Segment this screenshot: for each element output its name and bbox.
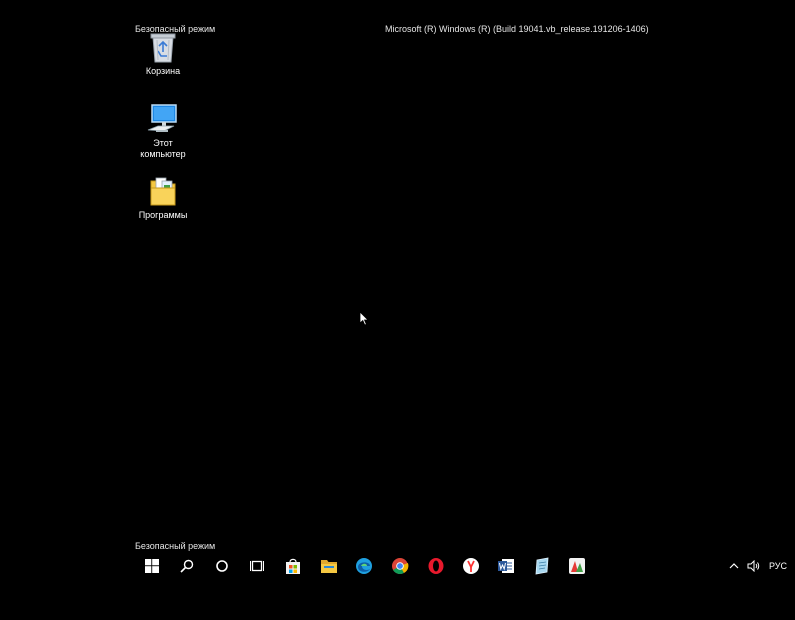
- search-button[interactable]: [175, 554, 199, 578]
- app-button[interactable]: [565, 554, 589, 578]
- mouse-cursor-icon: [359, 311, 369, 331]
- opera-button[interactable]: [424, 554, 448, 578]
- volume-button[interactable]: [747, 560, 761, 572]
- word-icon: [498, 559, 514, 573]
- yandex-icon: [463, 558, 479, 574]
- input-language-label: РУС: [768, 561, 787, 571]
- desktop-icon-programs[interactable]: Программы: [128, 174, 198, 221]
- edge-icon: [356, 558, 372, 574]
- desktop[interactable]: Безопасный режим Microsoft (R) Windows (…: [0, 0, 795, 620]
- cortana-button[interactable]: [210, 554, 234, 578]
- search-icon: [180, 559, 194, 573]
- chevron-up-icon: [729, 563, 739, 569]
- edge-button[interactable]: [352, 554, 376, 578]
- notepad-button[interactable]: [530, 554, 554, 578]
- app-icon: [569, 558, 585, 574]
- safe-mode-label-bottom: Безопасный режим: [135, 541, 216, 551]
- folder-icon: [321, 560, 337, 573]
- desktop-icon-label: Корзина: [145, 66, 181, 76]
- store-button[interactable]: [281, 554, 305, 578]
- task-view-button[interactable]: [245, 554, 269, 578]
- opera-icon: [428, 558, 444, 574]
- recycle-bin-icon: [146, 30, 180, 64]
- file-explorer-button[interactable]: [317, 554, 341, 578]
- task-view-icon: [250, 560, 264, 572]
- build-info-label: Microsoft (R) Windows (R) (Build 19041.v…: [385, 24, 649, 34]
- desktop-icon-label: Программы: [138, 210, 188, 220]
- folder-icon: [146, 174, 180, 208]
- yandex-browser-button[interactable]: [459, 554, 483, 578]
- word-button[interactable]: [494, 554, 518, 578]
- cortana-icon: [216, 560, 228, 572]
- chrome-icon: [392, 558, 409, 574]
- windows-logo-icon: [145, 559, 159, 573]
- store-icon: [286, 558, 300, 574]
- system-tray: РУС: [729, 551, 787, 581]
- this-pc-icon: [146, 102, 180, 136]
- input-language-button[interactable]: РУС: [769, 561, 787, 571]
- chrome-button[interactable]: [388, 554, 412, 578]
- show-hidden-icons-button[interactable]: [729, 562, 739, 570]
- desktop-icon-recycle-bin[interactable]: Корзина: [128, 30, 198, 77]
- taskbar: [0, 551, 795, 581]
- desktop-icon-label: Этот компьютер: [140, 138, 186, 159]
- desktop-icon-this-pc[interactable]: Этот компьютер: [128, 102, 198, 160]
- notepad-icon: [535, 557, 549, 575]
- start-button[interactable]: [140, 554, 164, 578]
- speaker-icon: [747, 560, 760, 572]
